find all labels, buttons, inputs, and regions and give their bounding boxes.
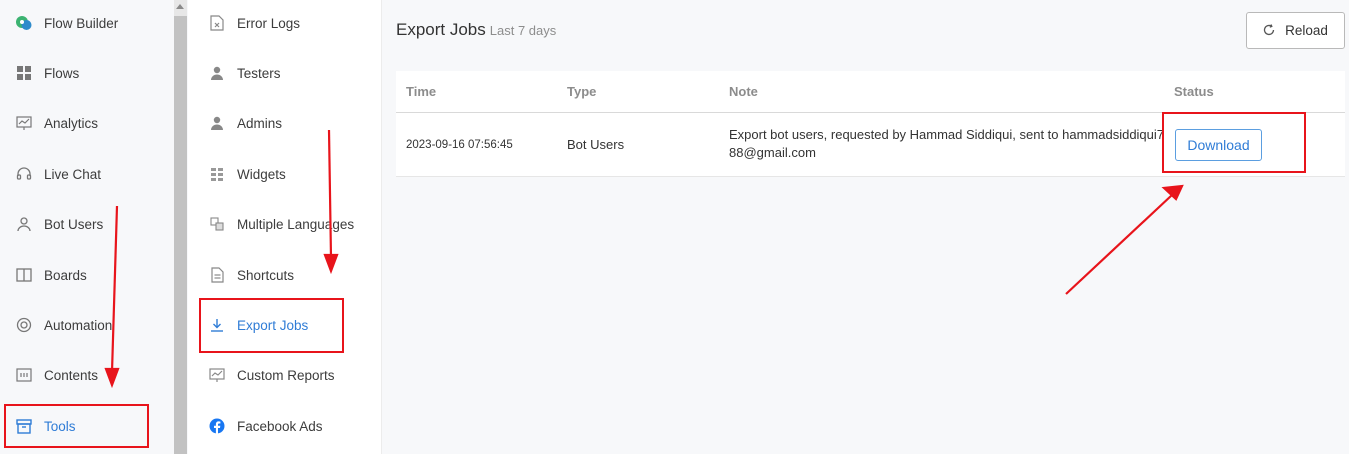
column-header-time: Time — [406, 84, 437, 99]
document-icon — [209, 267, 225, 283]
submenu-item-label: Widgets — [237, 166, 286, 182]
submenu-item-custom-reports[interactable]: Custom Reports — [188, 353, 382, 397]
submenu-item-label: Custom Reports — [237, 367, 335, 383]
sidebar-item-bot-users[interactable]: Bot Users — [0, 202, 174, 246]
sidebar-item-label: Tools — [44, 418, 76, 434]
chart-board-icon — [15, 114, 33, 132]
toolbox-icon — [15, 417, 33, 435]
reload-label: Reload — [1285, 23, 1328, 38]
submenu-item-multiple-languages[interactable]: Multiple Languages — [188, 202, 382, 246]
table-header: Time Type Note Status — [396, 71, 1345, 113]
flow-builder-icon — [15, 14, 33, 32]
sidebar-item-label: Boards — [44, 267, 87, 283]
submenu-item-admins[interactable]: Admins — [188, 101, 382, 145]
sidebar-item-label: Flows — [44, 65, 80, 81]
submenu-item-label: Testers — [237, 65, 281, 81]
person-icon — [209, 115, 225, 131]
translate-icon — [209, 216, 225, 232]
sidebar-item-label: Bot Users — [44, 216, 104, 232]
content-box-icon — [15, 366, 33, 384]
submenu-item-facebook-ads[interactable]: Facebook Ads — [188, 404, 382, 448]
submenu-item-shortcuts[interactable]: Shortcuts — [188, 253, 382, 297]
sidebar-scrollbar-thumb[interactable] — [174, 16, 187, 454]
sidebar-item-tools[interactable]: Tools — [0, 404, 174, 448]
page-title: Export Jobs Last 7 days — [396, 20, 556, 40]
facebook-icon — [209, 418, 225, 434]
sidebar-item-analytics[interactable]: Analytics — [0, 101, 174, 145]
download-icon — [209, 317, 225, 333]
submenu-item-label: Multiple Languages — [237, 216, 355, 232]
submenu-item-label: Error Logs — [237, 15, 301, 31]
cell-type: Bot Users — [567, 137, 625, 152]
columns-icon — [15, 266, 33, 284]
scroll-up-arrow-icon[interactable] — [176, 4, 184, 9]
page-subtitle: Last 7 days — [489, 23, 557, 38]
submenu-item-error-logs[interactable]: Error Logs — [188, 1, 382, 45]
sidebar-item-label: Flow Builder — [44, 15, 119, 31]
column-header-note: Note — [729, 84, 758, 99]
grid-icon — [15, 64, 33, 82]
reload-button[interactable]: Reload — [1246, 12, 1345, 49]
column-header-type: Type — [567, 84, 597, 99]
sidebar-item-label: Contents — [44, 367, 99, 383]
submenu-item-widgets[interactable]: Widgets — [188, 152, 382, 196]
sidebar-item-label: Live Chat — [44, 166, 102, 182]
sidebar-item-label: Automation — [44, 317, 113, 333]
user-icon — [15, 215, 33, 233]
sidebar-item-contents[interactable]: Contents — [0, 353, 174, 397]
submenu-item-testers[interactable]: Testers — [188, 51, 382, 95]
submenu-item-label: Facebook Ads — [237, 418, 323, 434]
report-icon — [209, 367, 225, 383]
export-jobs-panel: Export Jobs Last 7 days Reload Time Type … — [383, 0, 1349, 454]
person-icon — [209, 65, 225, 81]
column-header-status: Status — [1174, 84, 1214, 99]
tools-submenu: Error Logs Testers Admins Widgets Multip… — [188, 0, 382, 454]
cell-time: 2023-09-16 07:56:45 — [406, 139, 513, 151]
error-file-icon — [209, 15, 225, 31]
sidebar-item-flow-builder[interactable]: Flow Builder — [0, 1, 174, 45]
primary-sidebar: Flow Builder Flows Analytics Live Chat B… — [0, 0, 174, 454]
cell-note: Export bot users, requested by Hammad Si… — [729, 127, 1165, 160]
sidebar-item-live-chat[interactable]: Live Chat — [0, 152, 174, 196]
sidebar-item-boards[interactable]: Boards — [0, 253, 174, 297]
table-row: 2023-09-16 07:56:45 Bot Users Export bot… — [396, 113, 1345, 177]
reload-icon — [1263, 23, 1277, 38]
gear-ring-icon — [15, 316, 33, 334]
sidebar-item-flows[interactable]: Flows — [0, 51, 174, 95]
sidebar-item-automation[interactable]: Automation — [0, 303, 174, 347]
page-title-text: Export Jobs — [396, 20, 486, 39]
submenu-item-label: Shortcuts — [237, 267, 295, 283]
headset-icon — [15, 165, 33, 183]
submenu-item-export-jobs[interactable]: Export Jobs — [188, 303, 382, 347]
export-jobs-table: Time Type Note Status 2023-09-16 07:56:4… — [396, 71, 1345, 177]
sidebar-item-label: Analytics — [44, 115, 99, 131]
sidebar-scrollbar[interactable] — [174, 0, 187, 454]
widgets-icon — [209, 166, 225, 182]
submenu-item-label: Admins — [237, 115, 283, 131]
download-button[interactable]: Download — [1175, 129, 1262, 161]
submenu-item-label: Export Jobs — [237, 317, 309, 333]
